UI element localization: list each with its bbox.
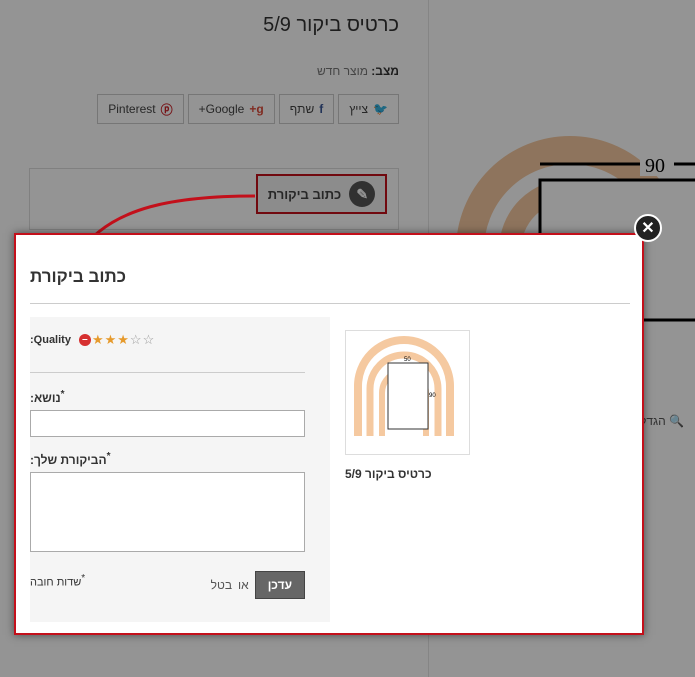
quality-label: :Quality	[30, 333, 71, 346]
required-mark: *	[106, 451, 111, 462]
required-mark: *	[81, 573, 86, 584]
subject-input[interactable]	[30, 410, 305, 437]
form-actions: עדכן או בטל	[211, 571, 305, 599]
thumb-height-label: 90	[429, 393, 436, 399]
quality-rating-row: :Quality – ★ ★ ★ ☆ ☆	[30, 333, 154, 346]
star-icon[interactable]: ☆	[143, 333, 155, 346]
star-icon[interactable]: ☆	[130, 333, 142, 346]
or-text: או	[238, 578, 249, 592]
required-mark: *	[60, 389, 65, 400]
product-thumbnail: 50 90	[345, 330, 470, 455]
form-divider	[30, 372, 305, 373]
review-label: *הביקורת שלך:	[30, 451, 111, 467]
star-icon[interactable]: ★	[105, 333, 117, 346]
cancel-link[interactable]: בטל	[211, 578, 232, 592]
thumb-width-label: 50	[404, 357, 411, 363]
modal-divider	[30, 303, 630, 304]
review-form: :Quality – ★ ★ ★ ☆ ☆ *נושא: *הביקורת שלך…	[30, 317, 330, 622]
star-rating[interactable]: – ★ ★ ★ ☆ ☆	[78, 333, 155, 346]
subject-label: *נושא:	[30, 389, 65, 405]
product-name: כרטיס ביקור 5/9	[345, 467, 432, 481]
star-icon[interactable]: ★	[117, 333, 129, 346]
modal-title: כתוב ביקורת	[30, 267, 127, 286]
review-textarea[interactable]	[30, 472, 305, 552]
close-icon[interactable]: ✕	[634, 214, 662, 242]
write-review-modal: כתוב ביקורת :Quality – ★ ★ ★ ☆ ☆ *נושא: …	[14, 233, 644, 635]
submit-button[interactable]: עדכן	[254, 571, 305, 599]
star-icon[interactable]: ★	[92, 333, 104, 346]
required-fields-note: *שדות חובה	[30, 573, 86, 589]
cancel-rating-icon[interactable]: –	[78, 333, 91, 346]
